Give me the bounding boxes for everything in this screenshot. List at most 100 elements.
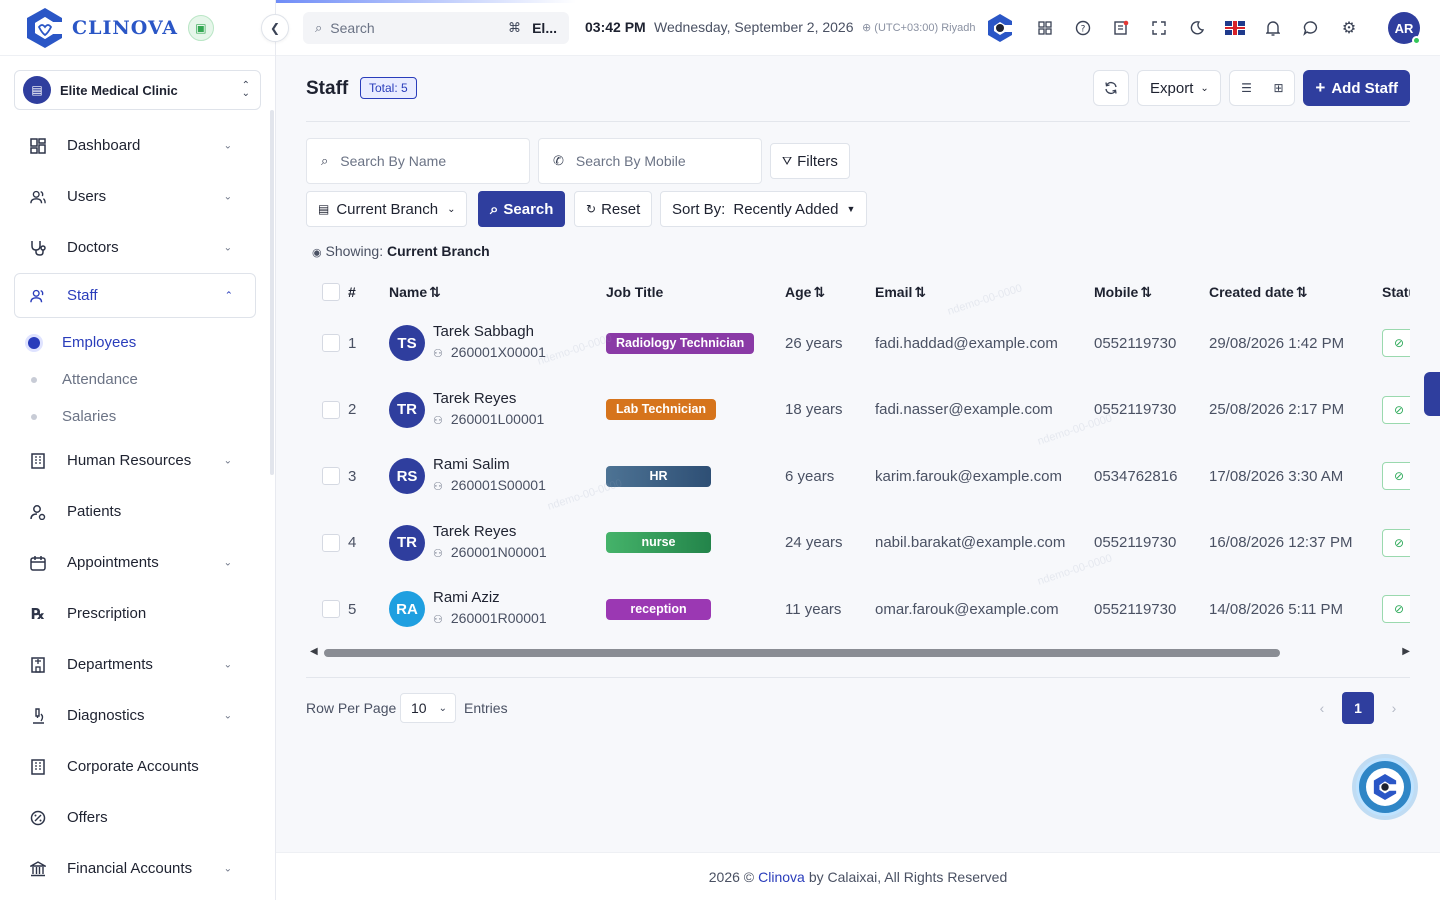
sidebar-item-staff[interactable]: Staff ⌃: [14, 273, 256, 318]
column-header-mobile[interactable]: Mobile ⇅: [1094, 274, 1209, 310]
sidebar-item-label: Diagnostics: [67, 707, 145, 724]
department-icon: [30, 656, 46, 673]
sidebar-item-doctors[interactable]: Doctors ⌄: [0, 222, 276, 273]
dark-mode-icon[interactable]: [1178, 9, 1216, 47]
column-header-name[interactable]: Name ⇅: [389, 274, 606, 310]
sort-icon: ⇅: [1295, 283, 1308, 300]
sidebar-item-label: Dashboard: [67, 137, 141, 154]
prescription-icon: ℞: [31, 605, 45, 623]
status-active-icon[interactable]: ⊘: [1382, 528, 1410, 557]
sidebar-scrollbar[interactable]: [270, 110, 274, 475]
next-page-button[interactable]: ›: [1378, 692, 1410, 724]
column-header-age[interactable]: Age ⇅: [785, 274, 875, 310]
sidebar-item-departments[interactable]: Departments ⌄: [0, 639, 276, 690]
active-dot-icon: [28, 336, 40, 349]
status-active-icon[interactable]: ⊘: [1382, 329, 1410, 358]
column-header-created-date[interactable]: Created date ⇅: [1209, 274, 1382, 310]
search-button[interactable]: ⌕ Search: [478, 191, 566, 227]
sidebar-item-appointments[interactable]: Appointments ⌄: [0, 537, 276, 588]
status-active-icon[interactable]: ⊘: [1382, 395, 1410, 424]
page-button-current[interactable]: 1: [1342, 692, 1374, 724]
side-drawer-tab[interactable]: [1424, 372, 1440, 416]
list-view-icon[interactable]: ☰: [1241, 81, 1252, 95]
hospital-badge-icon[interactable]: ▣: [187, 14, 214, 41]
collapse-sidebar-button[interactable]: ❮: [261, 14, 289, 42]
staff-person[interactable]: TR Tarek Reyes ⚇ 260001N00001: [389, 522, 606, 564]
apps-grid-icon[interactable]: [1026, 9, 1064, 47]
grid-view-icon[interactable]: ⊞: [1274, 81, 1284, 95]
column-header-email[interactable]: Email ⇅: [875, 274, 1094, 310]
sidebar-item-offers[interactable]: Offers: [0, 792, 276, 843]
status-active-icon[interactable]: ⊘: [1382, 462, 1410, 491]
sidebar-subitem-employees[interactable]: Employees: [0, 324, 276, 361]
row-number: 5: [348, 600, 357, 618]
refresh-button[interactable]: [1093, 70, 1130, 106]
sidebar-item-users[interactable]: Users ⌄: [0, 171, 276, 222]
language-flag-icon[interactable]: [1216, 9, 1254, 47]
user-icon: ⚇: [433, 614, 443, 627]
user-avatar[interactable]: AR: [1388, 12, 1421, 45]
scrollbar-thumb[interactable]: [324, 649, 1280, 657]
clinic-abbreviation[interactable]: El...: [532, 20, 557, 36]
search-icon: ⌕: [321, 153, 329, 168]
sidebar-subitem-salaries[interactable]: Salaries: [0, 398, 276, 435]
status-active-icon[interactable]: ⊘: [1382, 595, 1410, 624]
assistant-logo-icon[interactable]: [974, 9, 1026, 47]
sidebar-item-financial-accounts[interactable]: Financial Accounts ⌄: [0, 843, 276, 894]
sidebar-subitem-attendance[interactable]: Attendance: [0, 361, 276, 398]
staff-person[interactable]: TR Tarek Reyes ⚇ 260001L00001: [389, 389, 606, 431]
row-checkbox[interactable]: [322, 533, 340, 552]
clinic-name: Elite Medical Clinic: [60, 82, 178, 98]
branch-dropdown[interactable]: ▤ Current Branch ⌄: [306, 191, 468, 227]
staff-person[interactable]: RS Rami Salim ⚇ 260001S00001: [389, 455, 606, 497]
scroll-right-arrow-icon[interactable]: ▶: [1402, 646, 1410, 657]
clinova-logo-icon[interactable]: [22, 5, 68, 51]
settings-gear-icon[interactable]: ⚙: [1330, 9, 1368, 47]
search-by-name-input[interactable]: ⌕ Search By Name: [306, 138, 530, 184]
staff-name: Rami Aziz: [433, 589, 500, 607]
row-checkbox[interactable]: [322, 467, 340, 486]
table-horizontal-scrollbar[interactable]: ◀ ▶: [306, 646, 1410, 660]
showing-prefix: Showing:: [325, 243, 384, 259]
help-icon[interactable]: ?: [1064, 9, 1102, 47]
table-row[interactable]: 4 TR Tarek Reyes ⚇ 260001N00001 nurse 24 …: [306, 510, 1410, 577]
row-checkbox[interactable]: [322, 334, 340, 353]
rows-per-page-select[interactable]: 10 ⌄: [400, 693, 456, 723]
staff-person[interactable]: TS Tarek Sabbagh ⚇ 260001X00001: [389, 322, 606, 364]
user-icon: ⚇: [433, 348, 443, 361]
reset-button[interactable]: ↻ Reset: [574, 191, 653, 227]
global-search-input[interactable]: ⌕ Search ⌘ El...: [303, 12, 569, 44]
search-by-mobile-input[interactable]: ✆ Search By Mobile: [538, 138, 762, 184]
sidebar-item-dashboard[interactable]: Dashboard ⌄: [0, 120, 276, 171]
staff-person[interactable]: RA Rami Aziz ⚇ 260001R00001: [389, 588, 606, 630]
scroll-left-arrow-icon[interactable]: ◀: [310, 646, 318, 657]
table-row[interactable]: 3 RS Rami Salim ⚇ 260001S00001 HR 6 years…: [306, 443, 1410, 510]
footer-brand-link[interactable]: Clinova: [758, 869, 805, 885]
add-staff-button[interactable]: + Add Staff: [1303, 70, 1410, 106]
messages-icon[interactable]: [1292, 9, 1330, 47]
reports-icon[interactable]: [1102, 9, 1140, 47]
sort-dropdown[interactable]: Sort By: Recently Added ▼: [660, 191, 868, 227]
sidebar: CLINOVA ▣ ❮ ▤ Elite Medical Clinic ⌃ ⌄ Da…: [0, 0, 289, 900]
header-actions: Export ⌄ ☰ ⊞ + Add Staff: [1093, 70, 1410, 106]
assistant-chat-button[interactable]: [1356, 758, 1414, 816]
table-row[interactable]: 5 RA Rami Aziz ⚇ 260001R00001 reception 1…: [306, 576, 1410, 643]
select-all-checkbox[interactable]: [322, 283, 340, 302]
filters-button[interactable]: ⛛ Filters: [770, 143, 850, 179]
notifications-bell-icon[interactable]: [1254, 9, 1292, 47]
row-checkbox[interactable]: [322, 600, 340, 619]
clinic-selector[interactable]: ▤ Elite Medical Clinic ⌃ ⌄: [14, 70, 261, 110]
bank-icon: [30, 860, 46, 877]
entries-label: Entries: [464, 700, 508, 716]
export-dropdown[interactable]: Export ⌄: [1137, 70, 1222, 106]
sidebar-item-diagnostics[interactable]: Diagnostics ⌄: [0, 690, 276, 741]
sidebar-item-prescription[interactable]: ℞ Prescription: [0, 588, 276, 639]
sidebar-item-human-resources[interactable]: Human Resources ⌄: [0, 435, 276, 486]
sidebar-item-patients[interactable]: Patients: [0, 486, 276, 537]
table-row[interactable]: 2 TR Tarek Reyes ⚇ 260001L00001 Lab Techn…: [306, 377, 1410, 444]
prev-page-button[interactable]: ‹: [1306, 692, 1338, 724]
fullscreen-icon[interactable]: [1140, 9, 1178, 47]
table-row[interactable]: 1 TS Tarek Sabbagh ⚇ 260001X00001 Radiolo…: [306, 310, 1410, 377]
sidebar-item-corporate-accounts[interactable]: Corporate Accounts: [0, 741, 276, 792]
row-checkbox[interactable]: [322, 400, 340, 419]
